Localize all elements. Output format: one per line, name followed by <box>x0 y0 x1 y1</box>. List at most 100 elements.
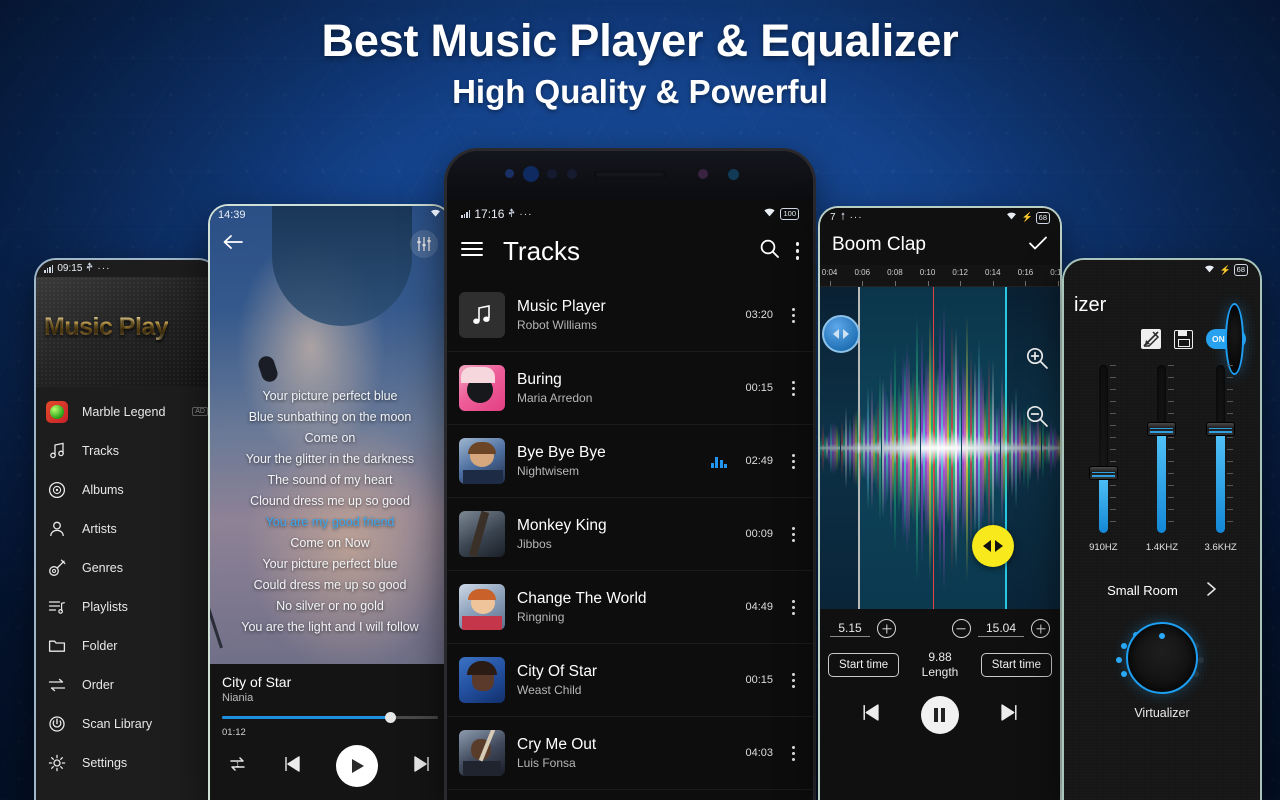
track-overflow-icon[interactable] <box>785 672 801 688</box>
play-button[interactable] <box>336 745 378 787</box>
hamburger-menu-icon[interactable] <box>461 241 483 262</box>
ruler-tick <box>992 281 994 286</box>
skip-previous-icon[interactable] <box>282 755 301 778</box>
end-decrease-button[interactable] <box>951 619 971 638</box>
pause-button[interactable] <box>920 696 959 734</box>
seek-bar[interactable] <box>222 712 438 723</box>
track-title: Monkey King <box>517 517 607 534</box>
chevron-right-icon[interactable] <box>1206 581 1217 600</box>
drawer-item-marble-legend[interactable]: Marble Legend AD <box>36 392 218 431</box>
eq-slider-track[interactable] <box>1088 365 1118 533</box>
eq-slider-ticks <box>1109 365 1116 533</box>
length-value: 9.88 <box>928 650 952 664</box>
track-overflow-icon[interactable] <box>785 745 801 761</box>
eq-slider-track[interactable] <box>1147 365 1177 533</box>
skip-next-icon[interactable] <box>1000 703 1020 727</box>
left-start-time-button[interactable]: Start time <box>828 653 900 677</box>
track-overflow-icon[interactable] <box>785 380 801 396</box>
drawer-item-playlists[interactable]: Playlists <box>36 587 218 626</box>
track-row[interactable]: Change The World Ringning 04:49 <box>447 571 813 644</box>
right-start-time-button[interactable]: Start time <box>980 653 1052 677</box>
trim-values-row: 5.15 15.04 <box>820 609 1060 638</box>
save-icon[interactable] <box>1174 329 1193 349</box>
track-row[interactable]: Buring Maria Arredon 00:15 <box>447 352 813 425</box>
preset-row[interactable]: Small Room <box>1064 569 1260 600</box>
drawer-item-order[interactable]: Order <box>36 665 218 704</box>
track-overflow-icon[interactable] <box>785 599 801 615</box>
lyric-line: Your picture perfect blue <box>262 389 398 403</box>
repeat-one-icon[interactable]: 1 <box>228 756 247 777</box>
cutter-header: Boom Clap <box>820 225 1060 265</box>
eq-slider-thumb[interactable] <box>1147 421 1177 436</box>
drawer-item-folder[interactable]: Folder <box>36 626 218 665</box>
track-row[interactable]: Monkey King Jibbos 00:09 <box>447 498 813 571</box>
skip-next-icon[interactable] <box>413 755 432 778</box>
drawer-item-tracks[interactable]: Tracks <box>36 431 218 470</box>
album-art <box>459 584 505 630</box>
lyric-line: Could dress me up so good <box>253 578 407 592</box>
headline-primary: Best Music Player & Equalizer <box>321 15 959 66</box>
drawer-item-artists[interactable]: Artists <box>36 509 218 548</box>
search-icon[interactable] <box>759 238 780 264</box>
end-value[interactable]: 15.04 <box>977 621 1024 637</box>
overflow-menu-icon[interactable] <box>795 242 799 260</box>
eq-slider-track[interactable] <box>1206 365 1236 533</box>
track-row[interactable]: Cry Me Out Luis Fonsa 04:03 <box>447 717 813 790</box>
eq-band-3.6khz[interactable]: 3.6KHZ <box>1204 365 1238 569</box>
edit-curve-icon[interactable] <box>1141 329 1161 349</box>
drawer-item-settings[interactable]: Settings <box>36 743 218 782</box>
track-overflow-icon[interactable] <box>785 526 801 542</box>
end-increase-button[interactable] <box>1031 619 1050 638</box>
status-time: 09:15 <box>57 263 83 274</box>
drawer-item-genres[interactable]: Genres <box>36 548 218 587</box>
ruler-tick-label: 0:10 <box>919 268 936 277</box>
eq-slider-thumb[interactable] <box>1088 465 1118 480</box>
virtualizer-control[interactable]: Virtualizer <box>1064 600 1260 720</box>
lyric-line: You are my good friend <box>265 515 395 529</box>
person-icon <box>46 518 68 540</box>
skip-previous-icon[interactable] <box>860 703 880 727</box>
eq-band-910hz[interactable]: 910HZ <box>1086 365 1120 569</box>
equalizer-toggle[interactable]: ON <box>1206 303 1246 375</box>
headline-block: Best Music Player & Equalizer High Quali… <box>0 14 1280 111</box>
start-increase-button[interactable] <box>877 619 896 638</box>
eq-slider-ticks <box>1168 365 1175 533</box>
eq-band-1.4khz[interactable]: 1.4KHZ <box>1145 365 1179 569</box>
left-drag-handle[interactable] <box>822 315 860 353</box>
more-dots-icon: ··· <box>97 263 111 274</box>
drawer-item-label: Genres <box>82 560 123 575</box>
track-artist: Robot Williams <box>517 318 598 332</box>
power-scan-icon <box>46 713 68 735</box>
eq-slider-thumb[interactable] <box>1206 421 1236 436</box>
start-value[interactable]: 5.15 <box>830 621 870 637</box>
album-art <box>459 365 505 411</box>
track-title: Music Player <box>517 298 606 315</box>
track-title: Buring <box>517 371 562 388</box>
drawer-item-label: Marble Legend <box>82 404 166 419</box>
zoom-in-icon[interactable] <box>1024 345 1050 371</box>
back-arrow-icon[interactable] <box>222 233 244 256</box>
zoom-out-icon[interactable] <box>1024 403 1050 429</box>
track-row[interactable]: Music Player Robot Williams 03:20 <box>447 279 813 352</box>
equalizer-toolbar: ON <box>1064 303 1260 375</box>
track-row[interactable]: Bye Bye Bye Nightwisem 02:49 <box>447 425 813 498</box>
wifi-icon <box>1203 264 1216 277</box>
right-drag-handle[interactable] <box>972 525 1014 567</box>
guitar-icon <box>46 557 68 579</box>
drawer-item-albums[interactable]: Albums <box>36 470 218 509</box>
wifi-icon <box>429 208 442 221</box>
eq-slider-fill <box>1216 428 1226 533</box>
drawer-item-scan-library[interactable]: Scan Library <box>36 704 218 743</box>
track-duration: 00:15 <box>745 674 773 686</box>
track-overflow-icon[interactable] <box>785 453 801 469</box>
track-overflow-icon[interactable] <box>785 307 801 323</box>
seek-knob[interactable] <box>384 712 396 723</box>
equalizer-phone: ⚡ 68 izer ON 910HZ 1.4KHZ 3.6KHZ Small Roo… <box>1062 258 1262 800</box>
timeline-ruler[interactable]: 0:04 0:06 0:08 0:10 0:12 0:14 0:16 0:18 <box>820 265 1060 287</box>
check-icon[interactable] <box>1028 235 1048 256</box>
equalizer-sliders-icon[interactable] <box>410 230 438 258</box>
virtualizer-knob[interactable] <box>1126 622 1198 694</box>
playlist-icon <box>46 596 68 618</box>
lyric-line: Blue sunbathing on the moon <box>248 410 412 424</box>
track-row[interactable]: City Of Star Weast Child 00:15 <box>447 644 813 717</box>
